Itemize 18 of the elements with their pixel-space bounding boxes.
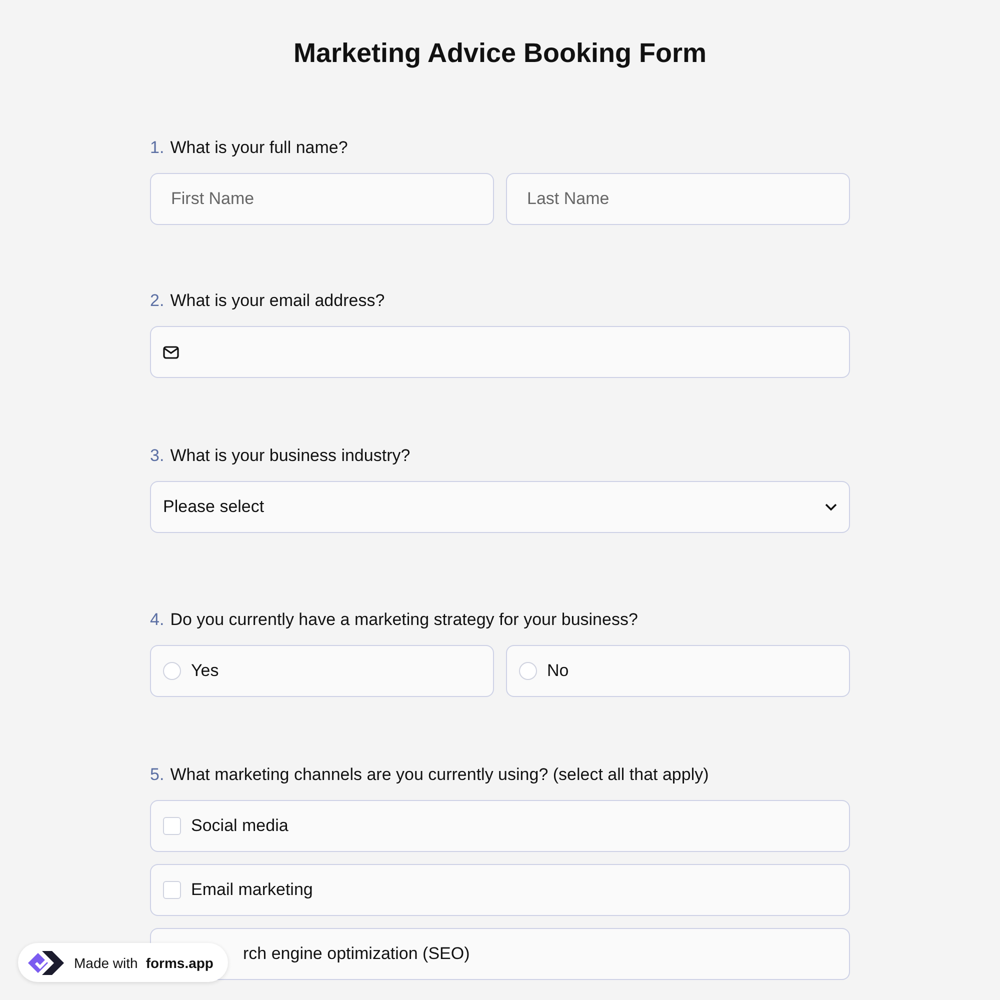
radio-option[interactable]: Yes (150, 645, 494, 697)
mail-icon (163, 346, 179, 358)
question-label: 3. What is your business industry? (150, 446, 412, 466)
checkbox-option[interactable]: Social media (150, 800, 850, 852)
chevron-down-icon (825, 503, 837, 511)
question-label: 4. Do you currently have a marketing strategy for your business? (150, 610, 639, 630)
question-label: 5. What marketing channels are you currently using? (select all that apply) (150, 765, 710, 785)
checkbox-option[interactable]: Email marketing (150, 864, 850, 916)
text-field[interactable]: Last Name (506, 173, 850, 225)
question-label: 1. What is your full name? (150, 138, 349, 158)
text-field[interactable]: First Name (150, 173, 494, 225)
email-field[interactable] (150, 326, 850, 378)
form-title: Marketing Advice Booking Form (293, 38, 707, 69)
select-field[interactable]: Please select (150, 481, 850, 533)
made-with-badge[interactable]: Made with forms.app (18, 943, 228, 982)
question-label: 2. What is your email address? (150, 291, 386, 311)
select-value: Please select (163, 497, 264, 517)
radio-option[interactable]: No (506, 645, 850, 697)
